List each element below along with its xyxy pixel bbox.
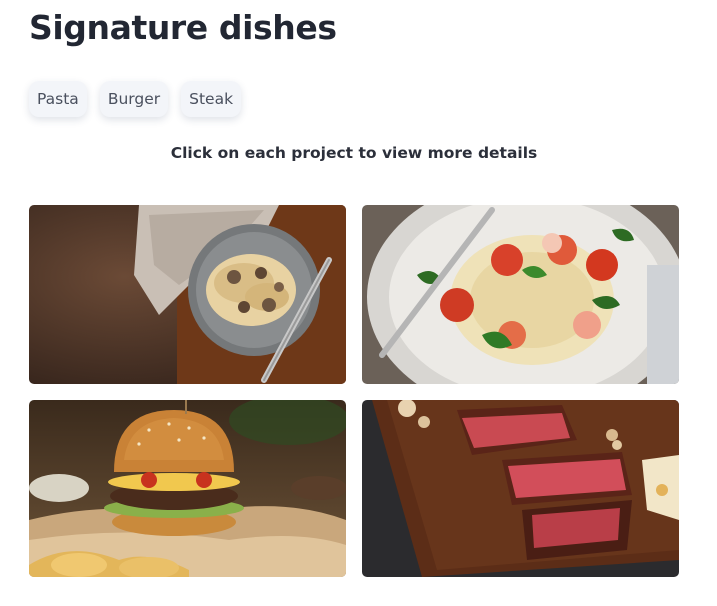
dish-card-spaghetti[interactable]: spaghetti-tomato-basil-photo: [362, 205, 679, 384]
instruction-text: Click on each project to view more detai…: [170, 144, 538, 162]
filter-burger-button[interactable]: Burger: [99, 81, 169, 117]
dish-card-burger[interactable]: sesame-cheeseburger-photo: [29, 400, 346, 577]
page-title: Signature dishes: [29, 8, 337, 47]
category-filter-bar: Pasta Burger Steak: [29, 81, 242, 117]
pasta-dish-image: [29, 205, 346, 384]
dish-gallery: fettuccine-mushroom-pasta-photo spaghett…: [29, 205, 679, 577]
dish-card-pasta[interactable]: fettuccine-mushroom-pasta-photo: [29, 205, 346, 384]
filter-steak-button[interactable]: Steak: [181, 81, 242, 117]
spaghetti-dish-image: [362, 205, 679, 384]
filter-pasta-button[interactable]: Pasta: [29, 81, 87, 117]
steak-dish-image: [362, 400, 679, 577]
dish-card-steak[interactable]: sliced-steak-on-board-photo: [362, 400, 679, 577]
burger-dish-image: [29, 400, 346, 577]
